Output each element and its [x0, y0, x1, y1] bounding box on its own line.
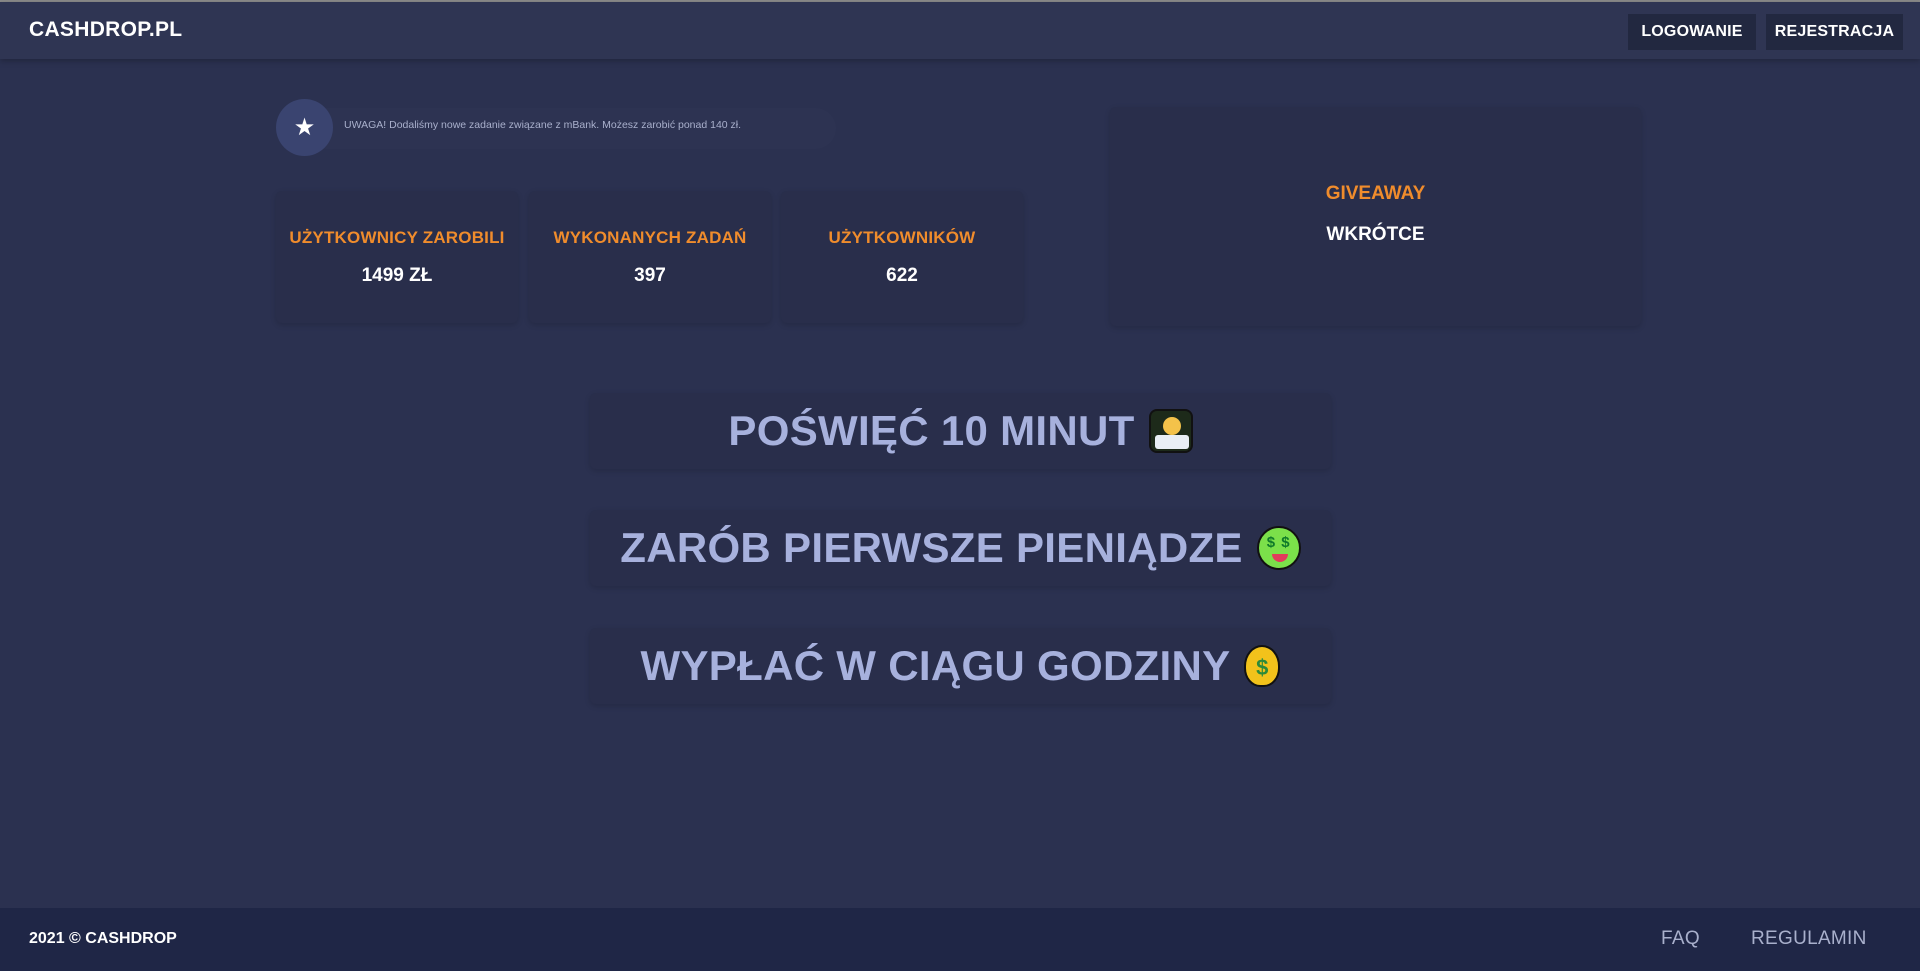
slogan-text: WYPŁAĆ W CIĄGU GODZINY	[640, 642, 1231, 689]
money-mouth-face-icon	[1256, 526, 1301, 570]
stat-label: UŻYTKOWNIKÓW	[828, 228, 976, 247]
stat-label: WYKONANYCH ZADAŃ	[553, 228, 747, 247]
stat-value: 1499 ZŁ	[361, 265, 433, 286]
brand-logo-link[interactable]: CASHDROP.PL	[29, 18, 182, 42]
login-button[interactable]: LOGOWANIE	[1628, 14, 1756, 50]
slogan-card: WYPŁAĆ W CIĄGU GODZINY	[590, 628, 1331, 704]
notice-banner: ★ UWAGA! Dodaliśmy nowe zadanie związane…	[276, 99, 836, 156]
copyright-text: 2021 © CASHDROP	[29, 930, 177, 947]
notice-text: UWAGA! Dodaliśmy nowe zadanie związane z…	[344, 119, 742, 131]
stat-label: UŻYTKOWNICY ZAROBILI	[289, 228, 505, 247]
giveaway-subtitle: WKRÓTCE	[1326, 224, 1425, 245]
giveaway-title: GIVEAWAY	[1325, 183, 1426, 204]
stat-card-users: UŻYTKOWNIKÓW 622	[781, 191, 1023, 323]
technologist-emoji-icon	[1148, 409, 1193, 453]
stat-value: 622	[886, 265, 918, 286]
footer: 2021 © CASHDROP FAQ REGULAMIN	[0, 908, 1920, 971]
slogan-card: ZARÓB PIERWSZE PIENIĄDZE	[590, 510, 1331, 586]
stat-card-tasks: WYKONANYCH ZADAŃ 397	[529, 191, 771, 323]
stat-value: 397	[634, 265, 666, 286]
star-icon: ★	[276, 99, 333, 156]
top-navbar: CASHDROP.PL LOGOWANIE REJESTRACJA	[0, 2, 1920, 59]
giveaway-card: GIVEAWAY WKRÓTCE	[1110, 107, 1641, 326]
regulamin-link[interactable]: REGULAMIN	[1751, 928, 1867, 950]
faq-link[interactable]: FAQ	[1661, 928, 1700, 950]
slogan-text: ZARÓB PIERWSZE PIENIĄDZE	[620, 524, 1243, 571]
register-button[interactable]: REJESTRACJA	[1766, 14, 1903, 50]
money-bag-icon	[1244, 645, 1281, 687]
slogan-text: POŚWIĘĆ 10 MINUT	[728, 407, 1135, 454]
stat-card-earned: UŻYTKOWNICY ZAROBILI 1499 ZŁ	[276, 191, 518, 323]
slogan-card: POŚWIĘĆ 10 MINUT	[590, 393, 1331, 469]
